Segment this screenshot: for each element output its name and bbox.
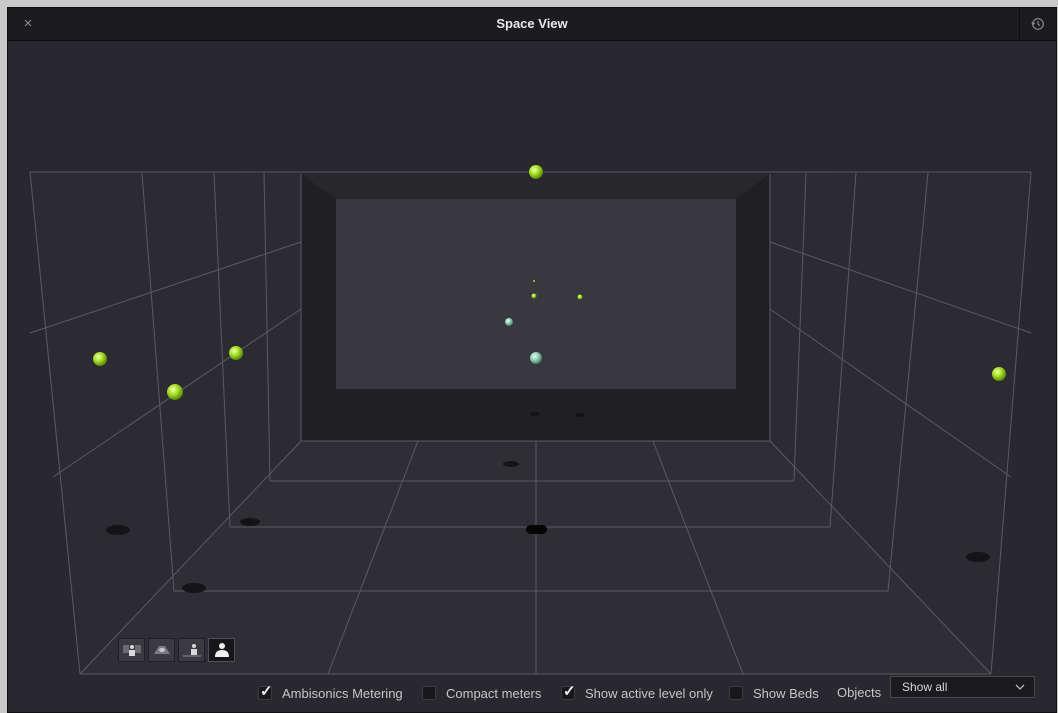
speaker-center[interactable] [531,293,537,299]
compact-meters-label: Compact meters [446,685,542,701]
show-active-level-option[interactable]: ✓ Show active level only [561,683,713,701]
show-active-level-checkbox[interactable]: ✓ [561,683,576,700]
speaker-left-side[interactable] [167,384,183,400]
audio-object-2[interactable] [530,352,542,364]
compact-meters-checkbox[interactable] [422,686,436,700]
close-icon: × [23,15,33,32]
speaker-left-front[interactable] [229,346,243,360]
view-toggle-top-plane[interactable] [148,638,175,662]
ambisonics-metering-checkbox[interactable]: ✓ [258,683,273,700]
view-toggle-listener[interactable] [208,638,235,662]
title-bar: Space View × [8,8,1056,41]
speaker-top-front[interactable] [533,280,535,282]
view-toggle-side-speaker[interactable] [178,638,205,662]
compact-meters-option[interactable]: Compact meters [422,685,541,701]
listener-marker [526,525,547,534]
window-title: Space View [496,16,568,31]
chevron-down-icon [1015,684,1025,690]
checkmark-icon: ✓ [563,683,576,700]
speaker-top-center[interactable] [529,165,543,179]
space-view-window: Space View × ✓ Ambisonics Metering Compa… [7,7,1057,713]
options-bar: ✓ Ambisonics Metering Compact meters ✓ S… [8,672,1056,712]
objects-label: Objects [837,685,882,700]
reset-button[interactable] [1019,8,1056,40]
close-button[interactable]: × [18,14,38,34]
speaker-right-front[interactable] [577,294,583,300]
ambisonics-metering-option[interactable]: ✓ Ambisonics Metering [258,683,403,701]
checkmark-icon: ✓ [260,683,273,700]
speaker-left-surround[interactable] [93,352,107,366]
show-active-level-label: Show active level only [585,685,713,701]
audio-object-1[interactable] [505,318,513,326]
room-scene [29,165,1032,675]
show-beds-checkbox[interactable] [729,686,743,700]
listener-view-icon [214,643,229,657]
show-beds-option[interactable]: Show Beds [729,685,819,701]
ambisonics-metering-label: Ambisonics Metering [282,685,403,701]
front-speaker-view-icon [122,645,141,656]
speaker-right-surround[interactable] [992,367,1006,381]
view-toggle-front-speaker[interactable] [118,638,145,662]
reset-history-icon [1031,18,1044,30]
side-speaker-view-icon [182,644,201,657]
objects-dropdown[interactable]: Show all [890,676,1035,698]
show-beds-label: Show Beds [753,685,819,701]
view-mode-toggles [118,638,235,663]
space-view-3d-viewport[interactable] [8,41,1056,681]
objects-dropdown-value: Show all [902,680,948,694]
top-plane-view-icon [153,646,170,654]
